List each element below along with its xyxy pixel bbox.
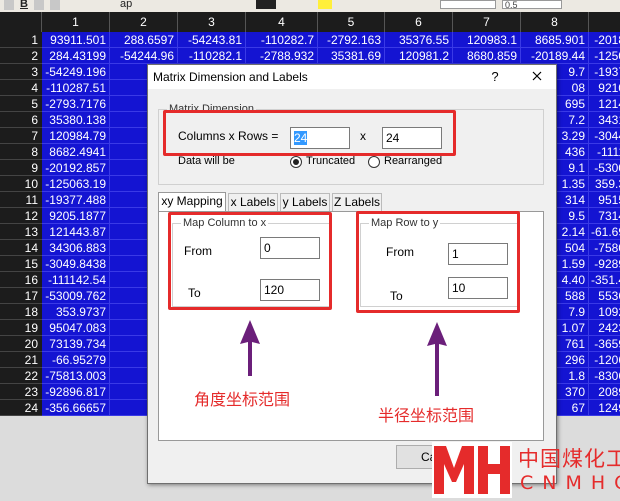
watermark-cn: 中国煤化工 — [518, 447, 620, 471]
arrow-up-icon — [240, 320, 260, 376]
watermark-en: CNMHG — [520, 472, 620, 494]
radius-range-annotation: 半径坐标范围 — [378, 406, 475, 425]
brand-logo-icon — [432, 442, 512, 498]
annotation-arrows — [240, 320, 447, 396]
arrow-up-icon — [427, 322, 447, 396]
angle-range-annotation: 角度坐标范围 — [194, 390, 291, 409]
